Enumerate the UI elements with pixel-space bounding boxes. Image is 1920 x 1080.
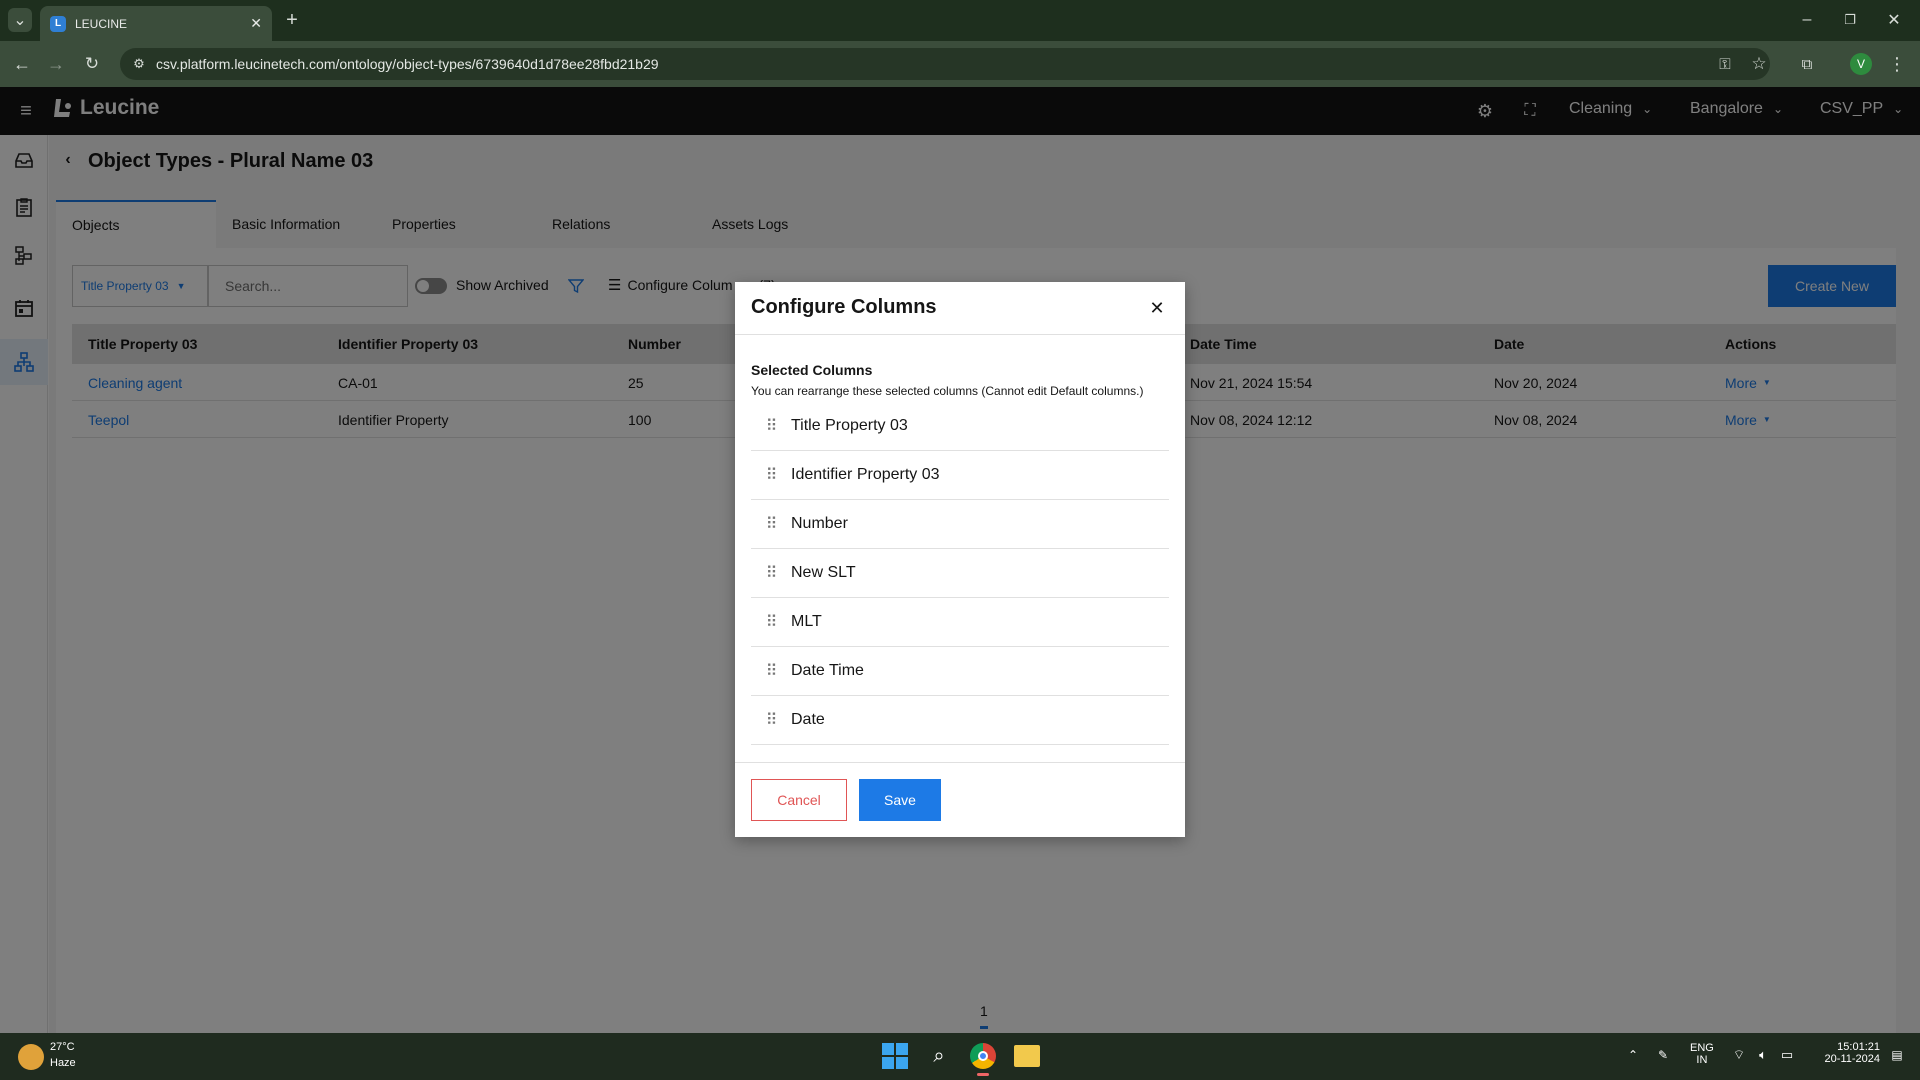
reload-icon[interactable]: ↻ bbox=[80, 52, 104, 76]
password-key-icon[interactable]: ⚿ bbox=[1714, 53, 1736, 75]
column-name: Date Time bbox=[791, 662, 864, 679]
column-name: Number bbox=[791, 515, 848, 532]
profile-avatar[interactable]: V bbox=[1850, 53, 1872, 75]
weather-haze-icon bbox=[18, 1044, 44, 1070]
lang-bottom: IN bbox=[1696, 1054, 1708, 1066]
section-title: Selected Columns bbox=[751, 362, 873, 378]
restore-icon[interactable]: ❐ bbox=[1838, 8, 1862, 32]
chrome-taskbar-icon[interactable] bbox=[970, 1043, 996, 1069]
drag-handle-icon[interactable]: ⠿ bbox=[751, 612, 791, 632]
language-indicator[interactable]: ENG IN bbox=[1690, 1042, 1714, 1066]
battery-icon[interactable]: ▭ bbox=[1778, 1046, 1796, 1064]
back-icon[interactable]: ← bbox=[10, 52, 34, 76]
column-row-new-slt[interactable]: ⠿ New SLT bbox=[751, 549, 1169, 598]
weather-desc: Haze bbox=[50, 1057, 76, 1069]
column-name: Date bbox=[791, 711, 825, 728]
clock[interactable]: 15:01:21 20-11-2024 bbox=[1810, 1041, 1880, 1065]
drag-handle-icon[interactable]: ⠿ bbox=[751, 416, 791, 436]
show-hidden-icons-icon[interactable]: ⌃ bbox=[1624, 1046, 1642, 1064]
bookmark-star-icon[interactable]: ☆ bbox=[1748, 53, 1770, 75]
clock-date: 20-11-2024 bbox=[1824, 1053, 1880, 1065]
column-name: Identifier Property 03 bbox=[791, 466, 940, 483]
forward-icon[interactable]: → bbox=[44, 52, 68, 76]
notification-pen-icon[interactable]: ✎ bbox=[1654, 1046, 1672, 1064]
browser-menu-icon[interactable]: ⋮ bbox=[1886, 53, 1908, 75]
configure-columns-modal: Configure Columns ✕ Selected Columns You… bbox=[735, 282, 1185, 837]
column-row-date[interactable]: ⠿ Date bbox=[751, 696, 1169, 745]
cancel-button[interactable]: Cancel bbox=[751, 779, 847, 821]
window-close-icon[interactable]: ✕ bbox=[1882, 8, 1906, 32]
modal-footer-divider bbox=[735, 762, 1185, 763]
column-name: New SLT bbox=[791, 564, 856, 581]
wifi-icon[interactable]: ⌔ bbox=[1730, 1046, 1748, 1064]
leucine-favicon-icon: L bbox=[50, 15, 66, 32]
drag-handle-icon[interactable]: ⠿ bbox=[751, 563, 791, 583]
modal-divider bbox=[735, 334, 1185, 335]
clock-time: 15:01:21 bbox=[1837, 1041, 1880, 1053]
column-row-mlt[interactable]: ⠿ MLT bbox=[751, 598, 1169, 647]
browser-tab-title: LEUCINE bbox=[75, 16, 128, 31]
chrome-active-indicator bbox=[977, 1073, 989, 1076]
windows-start-icon[interactable] bbox=[882, 1043, 908, 1069]
column-row-date-time[interactable]: ⠿ Date Time bbox=[751, 647, 1169, 696]
drag-handle-icon[interactable]: ⠿ bbox=[751, 514, 791, 534]
new-tab-icon[interactable]: + bbox=[281, 9, 303, 31]
address-bar[interactable]: csv.platform.leucinetech.com/ontology/ob… bbox=[120, 48, 1770, 80]
file-explorer-icon[interactable] bbox=[1014, 1045, 1040, 1067]
minimize-icon[interactable]: – bbox=[1795, 8, 1819, 32]
notifications-icon[interactable]: ▤ bbox=[1888, 1046, 1906, 1064]
drag-handle-icon[interactable]: ⠿ bbox=[751, 465, 791, 485]
taskbar-search-icon[interactable]: ⌕ bbox=[926, 1043, 952, 1069]
site-info-icon[interactable]: ⚙ bbox=[130, 55, 148, 73]
browser-tab[interactable]: L LEUCINE ✕ bbox=[40, 6, 272, 41]
tab-close-icon[interactable]: ✕ bbox=[250, 15, 262, 32]
tab-search-icon[interactable]: ⌄ bbox=[8, 8, 32, 32]
volume-icon[interactable]: 🔈︎ bbox=[1754, 1046, 1772, 1064]
section-hint: You can rearrange these selected columns… bbox=[751, 384, 1144, 398]
modal-close-icon[interactable]: ✕ bbox=[1145, 296, 1169, 320]
column-row-title-property[interactable]: ⠿ Title Property 03 bbox=[751, 402, 1169, 451]
lang-top: ENG bbox=[1690, 1042, 1714, 1054]
column-row-identifier-property[interactable]: ⠿ Identifier Property 03 bbox=[751, 451, 1169, 500]
weather-temp: 27°C bbox=[50, 1041, 75, 1053]
extensions-icon[interactable]: ⧉ bbox=[1796, 53, 1818, 75]
drag-handle-icon[interactable]: ⠿ bbox=[751, 661, 791, 681]
modal-title: Configure Columns bbox=[751, 296, 937, 318]
column-name: MLT bbox=[791, 613, 822, 630]
column-row-number[interactable]: ⠿ Number bbox=[751, 500, 1169, 549]
save-button[interactable]: Save bbox=[859, 779, 941, 821]
url-text: csv.platform.leucinetech.com/ontology/ob… bbox=[156, 56, 659, 72]
drag-handle-icon[interactable]: ⠿ bbox=[751, 710, 791, 730]
column-name: Title Property 03 bbox=[791, 417, 908, 434]
